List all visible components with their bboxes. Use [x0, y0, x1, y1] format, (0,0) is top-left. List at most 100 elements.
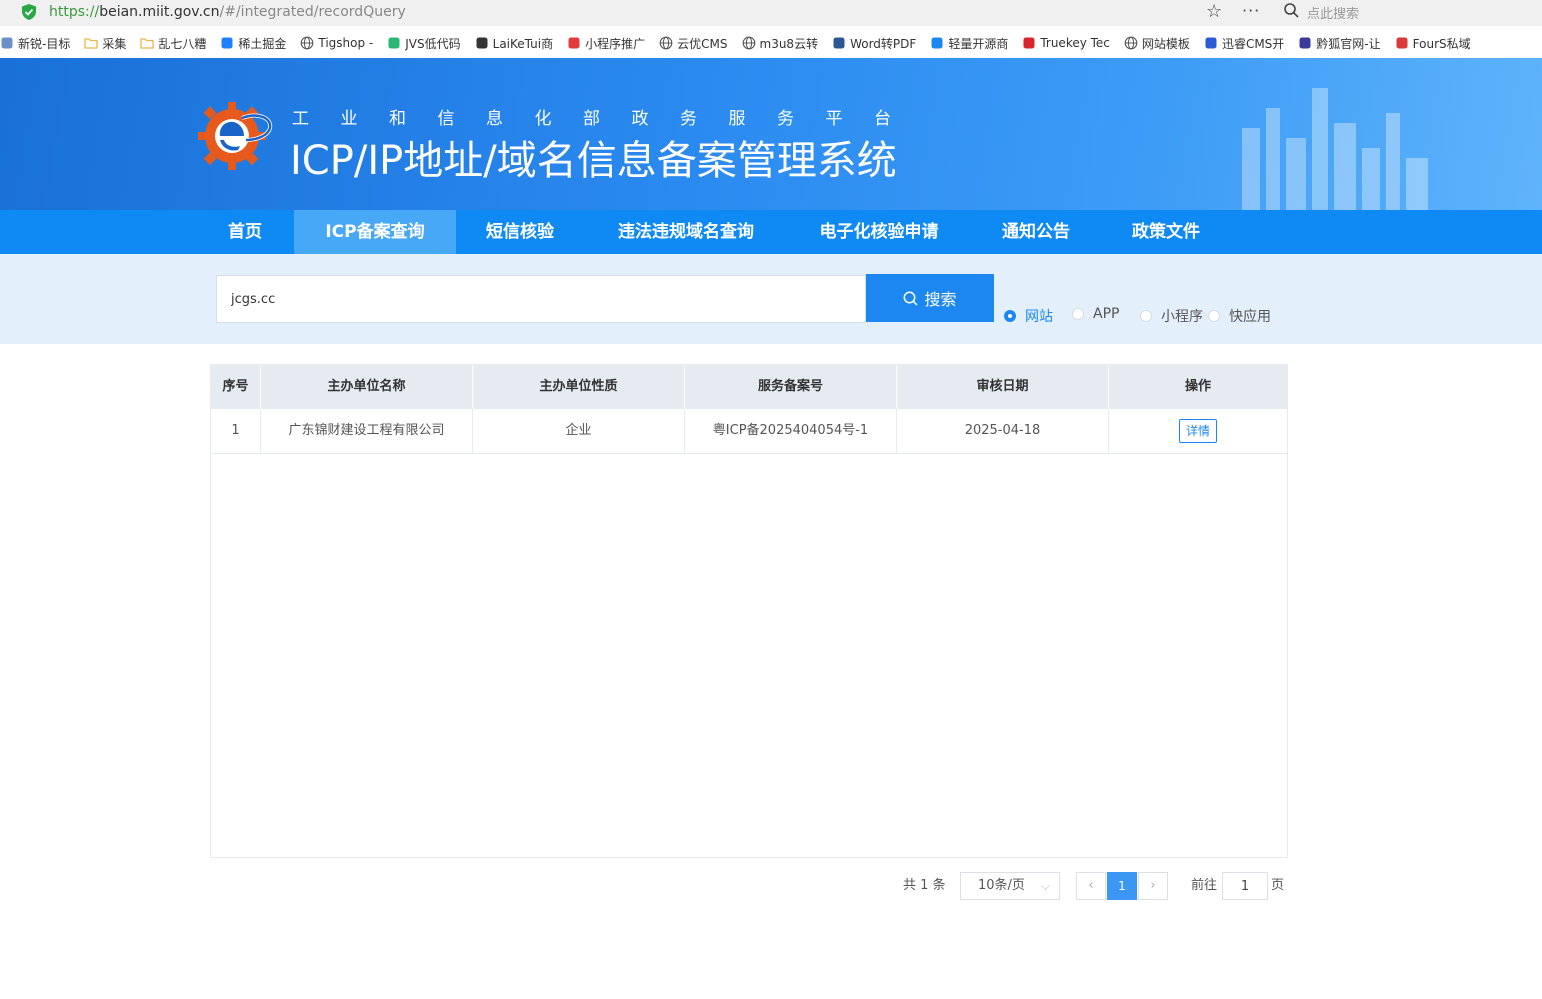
col-index-header: 序号 [211, 365, 261, 409]
bookmark-label: 新锐-目标 [18, 36, 71, 51]
nav-notices[interactable]: 通知公告 [986, 210, 1086, 254]
cell-unit-type: 企业 [473, 409, 685, 453]
cell-date: 2025-04-18 [897, 409, 1109, 453]
miit-gear-logo [198, 102, 273, 170]
nav-illegal-domain[interactable]: 违法违规域名查询 [600, 210, 772, 254]
search-band: 搜索 网站 APP 小程序 快应用 [0, 254, 1542, 344]
domain-search-input[interactable] [216, 275, 866, 323]
bookmark-label: FourS私域 [1412, 36, 1471, 51]
bookmark-label: 采集 [102, 36, 127, 51]
cell-index: 1 [211, 409, 261, 453]
bookmark-item[interactable]: m3u8云转 [742, 35, 819, 52]
goto-suffix: 页 [1271, 878, 1285, 893]
radio-miniprogram[interactable]: 小程序 [1140, 306, 1203, 326]
table-row: 1 广东锦财建设工程有限公司 企业 粤ICP备2025404054号-1 202… [211, 409, 1287, 454]
folder-icon [84, 36, 98, 50]
chevron-left-icon: ‹ [1088, 878, 1094, 893]
radio-label: 快应用 [1229, 309, 1271, 325]
bookmark-item[interactable]: 网站模板 [1124, 35, 1190, 52]
bookmark-label: m3u8云转 [759, 36, 819, 51]
search-icon [1284, 2, 1299, 22]
table-header: 序号 主办单位名称 主办单位性质 服务备案号 审核日期 操作 [211, 365, 1287, 409]
browser-search-placeholder: 点此搜索 [1307, 6, 1360, 22]
globe-icon [300, 36, 314, 50]
goto-prefix: 前往 [1191, 878, 1218, 893]
arrow-icon [567, 36, 581, 50]
more-icon[interactable]: ··· [1242, 0, 1260, 22]
prev-page-button[interactable]: ‹ [1076, 872, 1106, 900]
nav-e-verify[interactable]: 电子化核验申请 [800, 210, 958, 254]
bookmark-label: LaiKeTui商 [492, 36, 554, 51]
next-page-button[interactable]: › [1138, 872, 1168, 900]
bookmark-item[interactable]: FourS私域 [1395, 35, 1471, 52]
bookmark-label: Truekey Tec [1040, 36, 1110, 50]
bookmark-item[interactable]: 黔狐官网-让 [1298, 35, 1381, 52]
system-title: ICP/IP地址/域名信息备案管理系统 [290, 138, 897, 184]
bookmark-item[interactable]: 迅睿CMS开 [1204, 35, 1284, 52]
radio-quickapp[interactable]: 快应用 [1208, 306, 1271, 326]
chevron-down-icon: ⌵ [1040, 879, 1050, 893]
site-header: 工业和信息化部政务服务平台 ICP/IP地址/域名信息备案管理系统 [0, 58, 1542, 210]
url-scheme: https:// [49, 4, 100, 20]
search-button[interactable]: 搜索 [866, 274, 994, 322]
bookmark-label: 云优CMS [677, 36, 728, 51]
bookmark-label: 迅睿CMS开 [1221, 36, 1285, 51]
bookmark-item[interactable]: Tigshop - [300, 36, 373, 50]
bookmark-item[interactable]: Truekey Tec [1022, 36, 1110, 50]
url-text: https://beian.miit.gov.cn/#/integrated/r… [49, 4, 406, 20]
bookmark-label: Word转PDF [850, 36, 917, 51]
bookmark-label: 黔狐官网-让 [1316, 36, 1381, 51]
col-unit-name-header: 主办单位名称 [261, 365, 473, 409]
bookmark-item[interactable]: 采集 [84, 35, 126, 52]
bookmark-star-icon[interactable]: ☆ [1206, 0, 1222, 24]
radio-label: 网站 [1025, 309, 1053, 325]
page-number-current[interactable]: 1 [1107, 872, 1137, 900]
bookmark-item[interactable]: 小程序推广 [567, 35, 645, 52]
bookmark-item[interactable]: Word转PDF [832, 35, 916, 52]
page-icon [0, 36, 14, 50]
goto-page-input[interactable] [1222, 872, 1268, 900]
bookmarks-bar: 新锐-目标 采集 乱七八糟 稀土掘金 Tigshop - JVS低代码 LaiKeTui商 小… [0, 28, 1542, 58]
word-icon [832, 36, 846, 50]
browser-search-box[interactable]: 点此搜索 [1274, 0, 1542, 24]
bookmark-item[interactable]: LaiKeTui商 [475, 35, 553, 52]
pagination-total: 共 1 条 [903, 878, 946, 893]
xunrui-icon [1204, 36, 1218, 50]
jvs-icon [387, 36, 401, 50]
truekey-icon [1022, 36, 1036, 50]
page-size-select[interactable]: 10条/页 ⌵ [960, 872, 1060, 900]
bookmark-item[interactable]: 云优CMS [659, 35, 728, 52]
bookmark-label: 小程序推广 [585, 36, 646, 51]
nav-icp-query[interactable]: ICP备案查询 [294, 210, 456, 254]
nav-policy[interactable]: 政策文件 [1116, 210, 1216, 254]
cell-unit-name: 广东锦财建设工程有限公司 [261, 409, 473, 453]
radio-app[interactable]: APP [1072, 306, 1119, 322]
nav-home[interactable]: 首页 [210, 210, 280, 254]
bookmark-label: JVS低代码 [405, 36, 461, 51]
bookmark-item[interactable]: 乱七八糟 [140, 35, 206, 52]
secure-shield-icon [22, 4, 36, 20]
folder-icon [140, 36, 155, 50]
detail-button[interactable]: 详情 [1178, 418, 1217, 443]
cell-record-no: 粤ICP备2025404054号-1 [685, 409, 897, 453]
bookmark-item[interactable]: 新锐-目标 [0, 35, 70, 52]
url-field[interactable]: https://beian.miit.gov.cn/#/integrated/r… [10, 0, 1266, 24]
results-table: 序号 主办单位名称 主办单位性质 服务备案号 审核日期 操作 1 广东锦财建设工… [210, 364, 1288, 858]
page-size-value: 10条/页 [978, 878, 1025, 893]
globe-icon [1124, 36, 1138, 50]
chevron-right-icon: › [1150, 878, 1156, 893]
radio-website[interactable]: 网站 [1004, 306, 1053, 326]
globe-icon [742, 36, 756, 50]
col-record-no-header: 服务备案号 [685, 365, 897, 409]
bookmark-item[interactable]: 稀土掘金 [220, 35, 286, 52]
main-nav: 首页 ICP备案查询 短信核验 违法违规域名查询 电子化核验申请 通知公告 政策… [0, 210, 1542, 254]
nav-sms-verify[interactable]: 短信核验 [470, 210, 570, 254]
bookmark-item[interactable]: JVS低代码 [387, 35, 461, 52]
bookmark-label: 网站模板 [1141, 36, 1190, 51]
radio-dot [1004, 310, 1016, 322]
url-host: beian.miit.gov.cn [99, 4, 220, 20]
radio-dot [1140, 310, 1152, 322]
browser-address-bar: https://beian.miit.gov.cn/#/integrated/r… [0, 0, 1542, 26]
bookmark-item[interactable]: 轻量开源商 [930, 35, 1008, 52]
fox-icon [1298, 36, 1312, 50]
